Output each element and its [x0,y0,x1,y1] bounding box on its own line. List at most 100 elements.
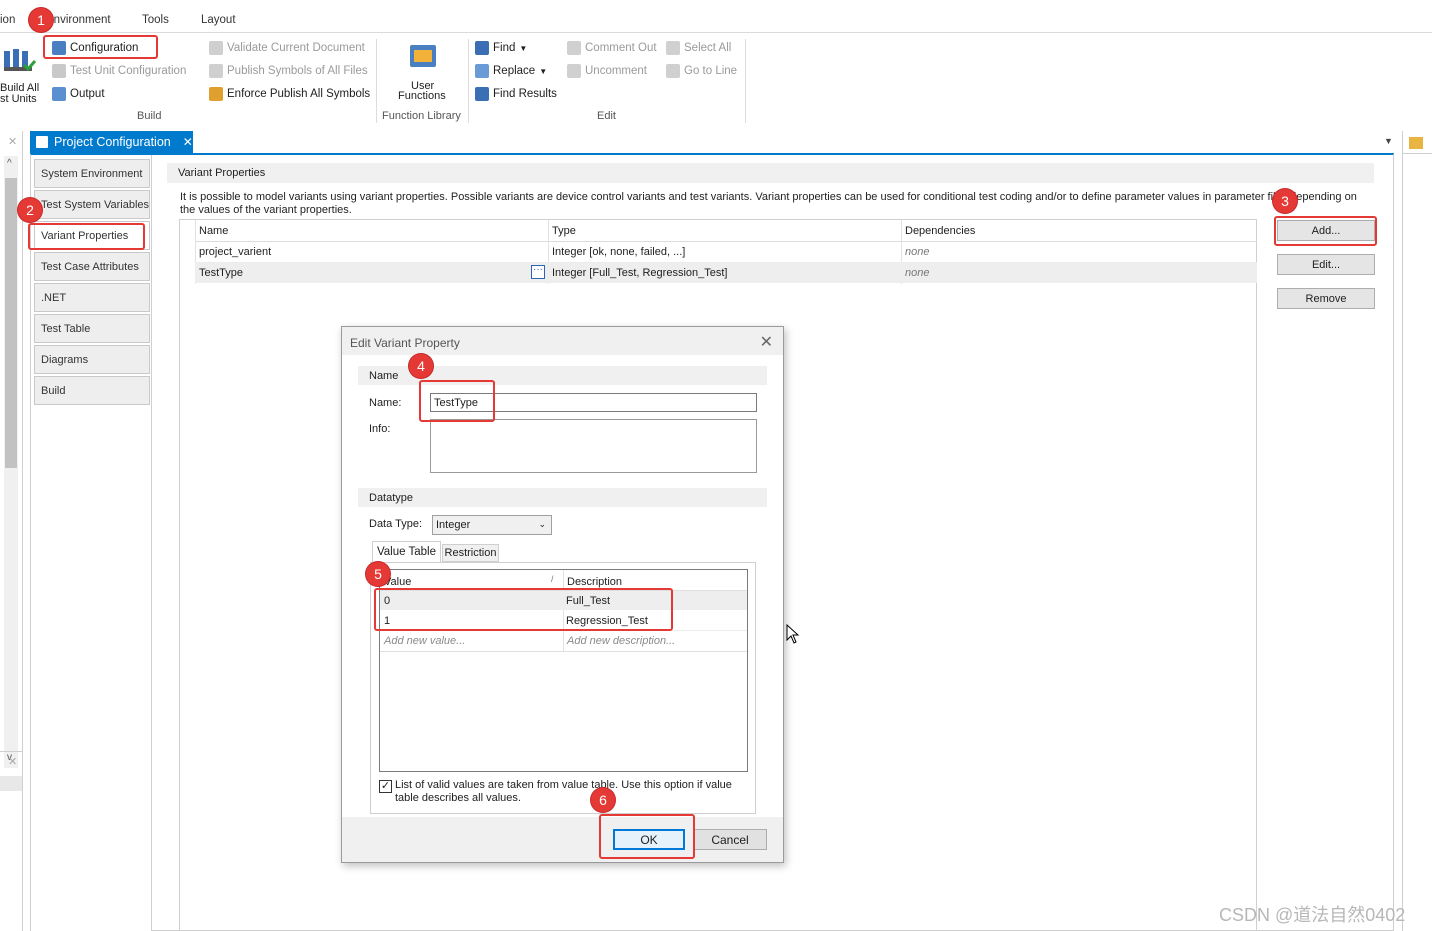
watermark: CSDN @道法自然0402 [1219,905,1406,925]
value-table-grid: Value / Description 0 Full_Test 1 Regres… [379,569,748,772]
configuration-icon [36,136,48,148]
chevron-down-icon[interactable]: ▼ [1384,136,1393,146]
row-type: Integer [ok, none, failed, ...] [552,246,686,258]
menu-tools[interactable]: Tools [142,14,169,26]
name-label: Name: [369,397,402,409]
value-cell: 1 [384,615,391,627]
go-to-line-button[interactable]: Go to Line [666,64,737,78]
info-field[interactable] [430,419,757,473]
row-type: Integer [Full_Test, Regression_Test] [552,267,728,279]
vertical-scrollbar[interactable]: ^ v [4,156,18,768]
publish-label: Publish Symbols of All Files [227,65,368,77]
close-icon[interactable]: ✕ [760,332,773,352]
test-unit-config-icon [52,64,66,78]
comment-out-button[interactable]: Comment Out [567,41,657,55]
test-unit-config-label: Test Unit Configuration [70,65,187,77]
checkbox-label: List of valid values are taken from valu… [395,779,732,804]
scrollbar-thumb[interactable] [5,178,17,468]
table-row[interactable] [380,611,747,631]
datatype-select[interactable]: Integer ⌄ [432,515,552,535]
remove-button[interactable]: Remove [1277,288,1375,309]
nav-test-case-attributes[interactable]: Test Case Attributes [34,252,150,281]
test-unit-configuration-button[interactable]: Test Unit Configuration [52,64,186,78]
ellipsis-icon[interactable]: ··· [531,265,545,279]
nav-test-system-variables[interactable]: Test System Variables [34,190,150,219]
menu-environment[interactable]: Environment [46,14,111,26]
find-label: Find [493,42,516,54]
add-button[interactable]: Add... [1277,220,1375,241]
row-name: TestType [199,267,244,279]
add-description-placeholder[interactable]: Add new description... [567,635,675,647]
go-to-line-label: Go to Line [684,65,738,77]
datatype-value: Integer [436,519,471,531]
nav-system-environment[interactable]: System Environment [34,159,150,188]
comment-icon [567,41,581,55]
menu-layout[interactable]: Layout [201,14,236,26]
ok-button[interactable]: OK [613,829,685,850]
group-separator [468,39,469,123]
select-all-button[interactable]: Select All [666,41,731,55]
go-to-line-icon [666,64,680,78]
annotation-badge: 2 [18,198,42,222]
close-icon[interactable]: ✕ [8,755,17,768]
datatype-label: Data Type: [369,518,422,530]
uncomment-button[interactable]: Uncomment [567,64,647,78]
replace-icon [475,64,489,78]
validate-label: Validate Current Document [227,42,365,54]
nav-diagrams[interactable]: Diagrams [34,345,150,374]
replace-button[interactable]: Replace ▼ [475,64,547,78]
description-cell: Full_Test [566,595,611,607]
annotation-badge: 1 [29,8,53,32]
uncomment-label: Uncomment [585,65,647,77]
nav-dotnet[interactable]: .NET [34,283,150,312]
enforce-publish-button[interactable]: Enforce Publish All Symbols [209,87,370,101]
comment-out-label: Comment Out [585,42,657,54]
user-functions-button[interactable]: User Functions [396,39,452,102]
pane-icon[interactable] [1409,137,1423,149]
column-header-description[interactable]: Description [567,576,622,588]
column-header-dependencies[interactable]: Dependencies [905,225,975,237]
right-tool-pane [1402,131,1432,931]
chevron-down-icon: ▼ [539,66,548,76]
variant-properties-header: Variant Properties [167,163,1374,183]
chevron-up-icon[interactable]: ^ [7,158,12,169]
name-field[interactable]: TestType [430,393,757,412]
enforce-publish-icon [209,87,223,101]
add-value-placeholder[interactable]: Add new value... [384,635,465,647]
tab-project-configuration[interactable]: Project Configuration ✕ [30,131,193,153]
pane-item[interactable] [0,776,22,791]
tab-restriction[interactable]: Restriction [442,544,499,562]
user-functions-icon [410,45,436,67]
menu-item-partial[interactable]: ion [0,14,15,26]
mouse-cursor-icon [786,624,800,644]
tab-value-table[interactable]: Value Table [372,541,441,562]
annotation-badge: 5 [366,562,390,586]
nav-variant-properties[interactable]: Variant Properties [34,221,150,250]
table-row[interactable] [195,242,1257,263]
close-icon[interactable]: ✕ [183,135,193,149]
build-all-icon [4,49,36,72]
cancel-button[interactable]: Cancel [693,829,767,850]
nav-build[interactable]: Build [34,376,150,405]
edit-button[interactable]: Edit... [1277,254,1375,275]
validate-document-button[interactable]: Validate Current Document [209,41,365,55]
output-button[interactable]: Output [52,87,105,101]
close-icon[interactable]: ✕ [8,135,17,148]
publish-symbols-button[interactable]: Publish Symbols of All Files [209,64,368,78]
column-header-name[interactable]: Name [199,225,228,237]
sort-icon: / [551,574,554,584]
chevron-down-icon: ⌄ [538,519,546,529]
binoculars-icon [475,41,489,55]
value-table-checkbox[interactable]: ✓ [379,780,392,793]
table-row[interactable] [380,591,747,610]
configuration-button[interactable]: Configuration [52,41,138,55]
column-header-type[interactable]: Type [552,225,576,237]
nav-test-table[interactable]: Test Table [34,314,150,343]
find-results-button[interactable]: Find Results [475,87,557,101]
find-button[interactable]: Find ▼ [475,41,527,55]
document-tab-strip [0,125,1432,153]
output-icon [52,87,66,101]
description-cell: Regression_Test [566,615,648,627]
build-all-button[interactable]: Build All st Units [0,39,42,109]
group-function-library-label: Function Library [382,110,461,122]
